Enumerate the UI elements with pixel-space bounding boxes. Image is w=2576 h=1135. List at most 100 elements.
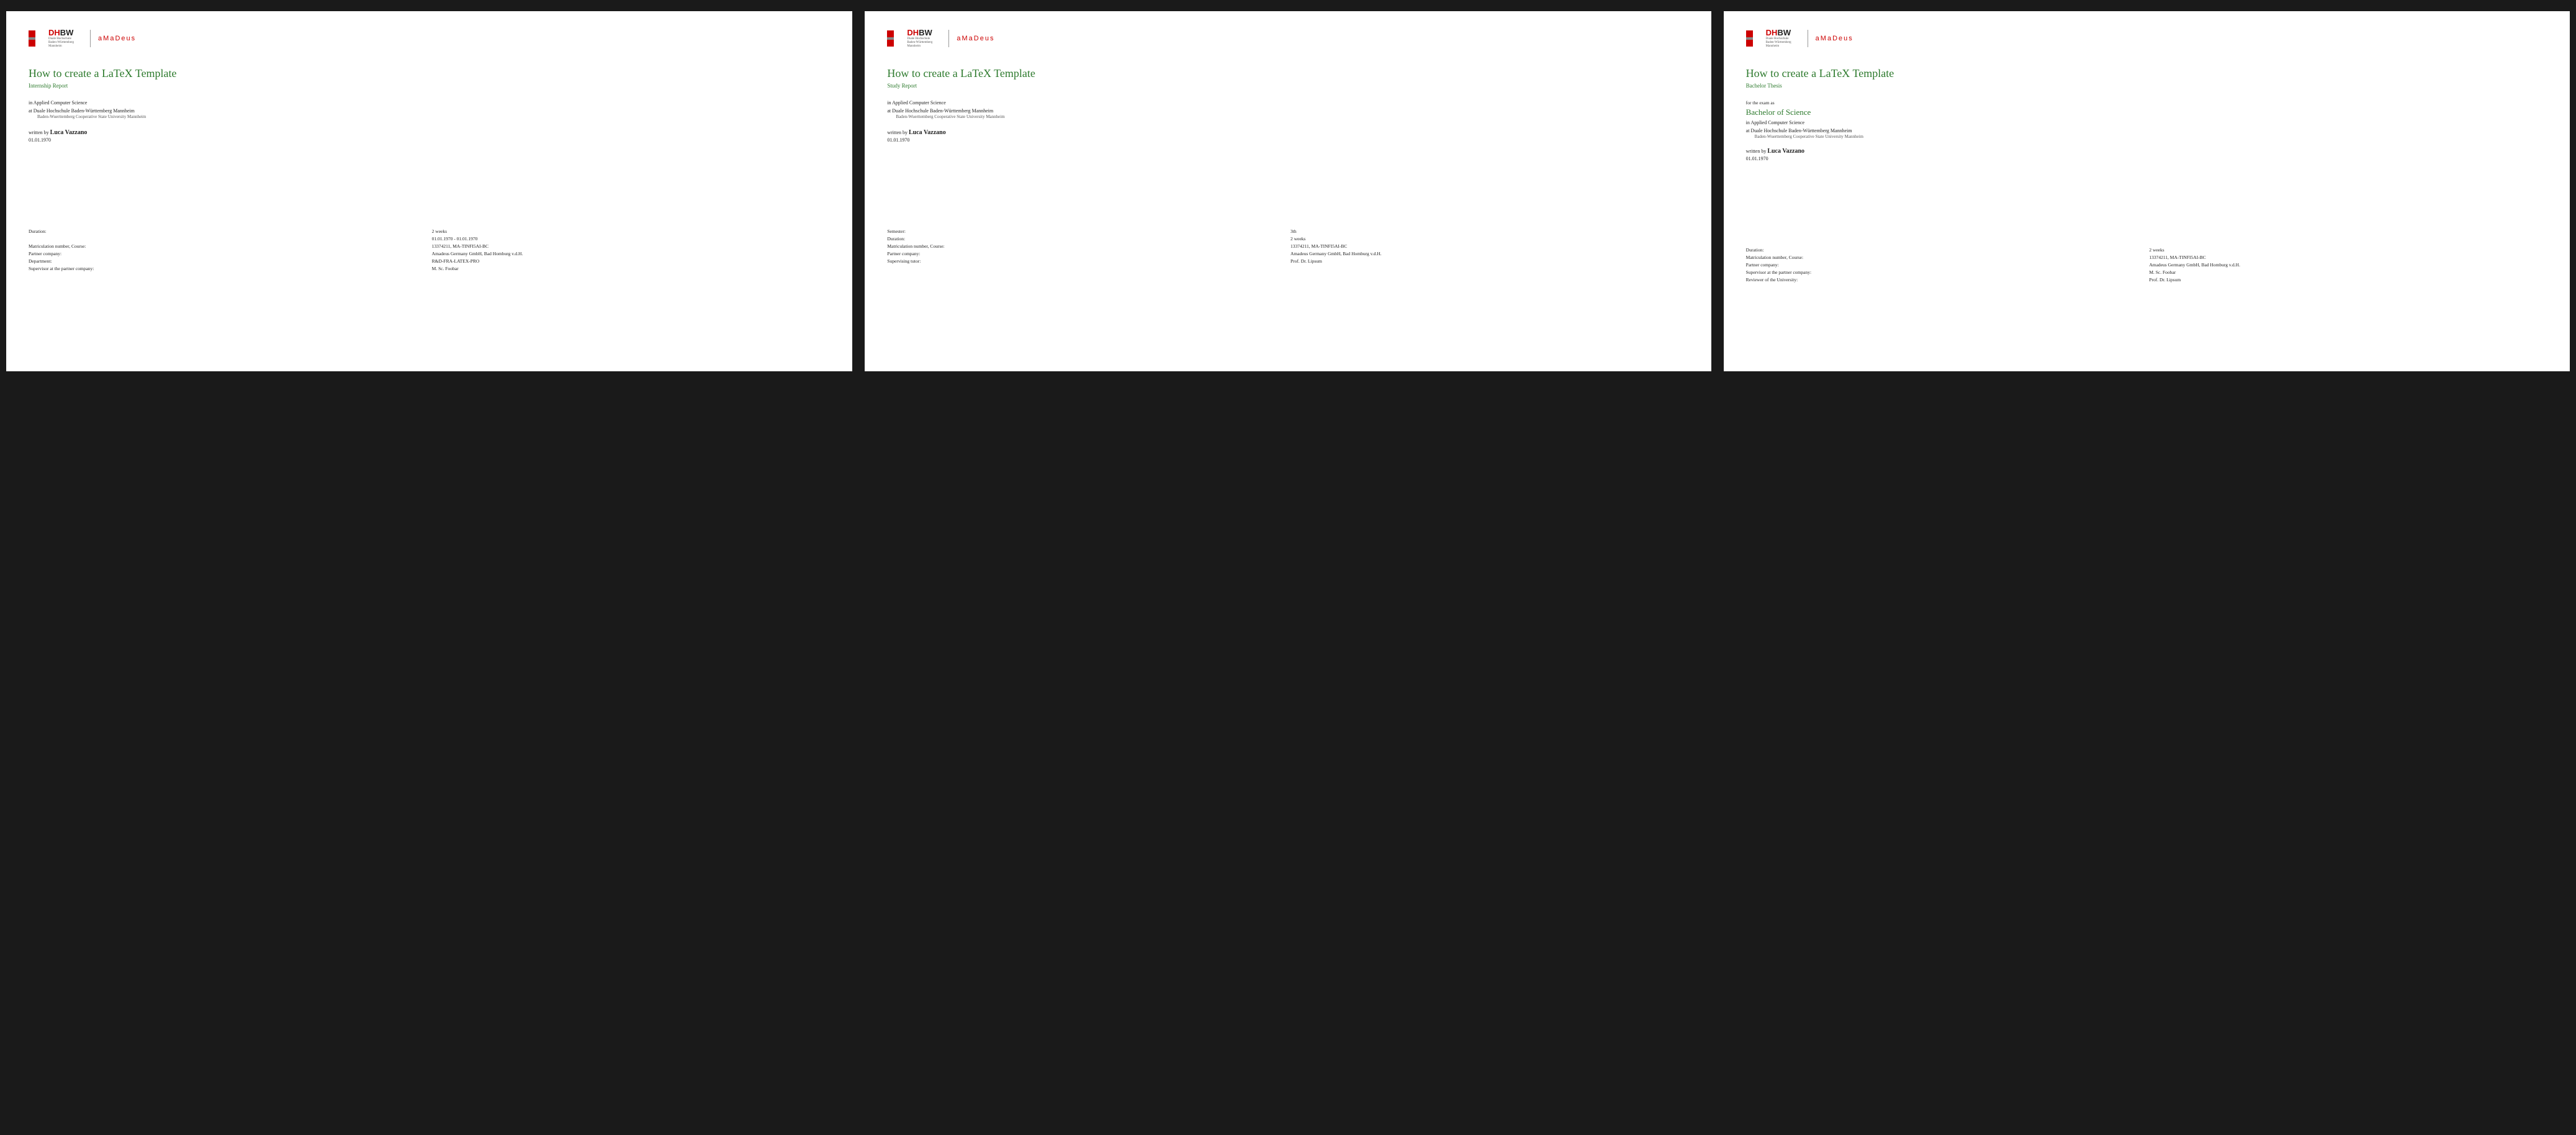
dhbw-subtext: Duale HochschuleBaden-WürttembergMannhei… (907, 37, 932, 48)
footer-label: Partner company: (1746, 262, 1779, 268)
body-content: in Applied Computer Science at Duale Hoc… (29, 100, 830, 143)
footer-value: R&D-FRA-LATEX-PRO (432, 258, 831, 264)
author-name: Luca Vazzano (1767, 148, 1804, 155)
page-header: DHBW Duale HochschuleBaden-WürttembergMa… (1746, 29, 2547, 48)
footer-value: 01.01.1970 - 01.01.1970 (432, 236, 831, 242)
dhbw-text-block: DHBW Duale HochschuleBaden-WürttembergMa… (1766, 29, 1791, 48)
dhbw-text-block: DHBW Duale HochschuleBaden-WürttembergMa… (907, 29, 932, 48)
header-divider (90, 30, 91, 47)
footer-value: Prof. Dr. Lipsum (2149, 277, 2547, 283)
footer-label: Semester: (887, 228, 906, 234)
footer-row: Reviewer of the University: (1746, 277, 2145, 283)
footer-value: M. Sc. Foobar (432, 266, 831, 271)
footer-label: Partner company: (887, 251, 920, 256)
dhbw-dh: DH (1766, 28, 1778, 37)
footer-value: 13374211, MA-TINFI5AI-BC (1290, 243, 1689, 249)
pages-container: DHBW Duale HochschuleBaden-WürttembergMa… (0, 0, 2576, 382)
dhbw-logo-icon (1746, 30, 1762, 47)
footer-row: Supervisor at the partner company: (1746, 269, 2145, 275)
main-title: How to create a LaTeX Template (1746, 67, 2547, 80)
page-study: DHBW Duale HochschuleBaden-WürttembergMa… (865, 11, 1711, 371)
footer-value: 2 weeks (1290, 236, 1689, 242)
author-name: Luca Vazzano (909, 129, 946, 136)
footer-label: Duration: (29, 228, 47, 234)
footer-row: Partner company: (1746, 262, 2145, 268)
author-name: Luca Vazzano (50, 129, 88, 136)
in-field: in Applied Computer Science (887, 100, 1688, 106)
amadeus-text: aMaDeus (98, 35, 136, 42)
amadeus-text: aMaDeus (1816, 35, 1853, 42)
exam-label: for the exam as (1746, 100, 2547, 106)
footer-label: Supervising tutor: (887, 258, 921, 264)
written-by: written by Luca Vazzano (887, 129, 1688, 136)
spacer (1746, 180, 2547, 217)
footer-value: Prof. Dr. Lipsum (1290, 258, 1689, 264)
at-university: at Duale Hochschule Baden-Württemberg Ma… (29, 108, 830, 114)
doc-type: Internship Report (29, 83, 830, 89)
dhbw-subtext: Duale HochschuleBaden-WürttembergMannhei… (1766, 37, 1791, 48)
dhbw-bw: BW (1777, 28, 1791, 37)
footer-label: Matriculation number, Course: (887, 243, 944, 249)
amadeus-text: aMaDeus (957, 35, 994, 42)
footer-value: 13374211, MA-TINFI5AI-BC (432, 243, 831, 249)
dhbw-bw: BW (919, 28, 932, 37)
footer-row: Duration: (1746, 247, 2145, 253)
page-header: DHBW Duale HochschuleBaden-WürttembergMa… (887, 29, 1688, 48)
footer-row (29, 236, 427, 242)
footer-row: Partner company: (887, 251, 1286, 256)
body-content: for the exam as Bachelor of Science in A… (1746, 100, 2547, 161)
footer-label: Partner company: (29, 251, 61, 256)
footer-value: 3th (1290, 228, 1689, 234)
footer-label: Supervisor at the partner company: (1746, 269, 1811, 275)
dhbw-subtext: Duale HochschuleBaden-WürttembergMannhei… (48, 37, 74, 48)
page-internship: DHBW Duale HochschuleBaden-WürttembergMa… (6, 11, 852, 371)
author-date: 01.01.1970 (887, 137, 1688, 143)
dhbw-logo: DHBW Duale HochschuleBaden-WürttembergMa… (1746, 29, 1791, 48)
page-wrapper-study: DHBW Duale HochschuleBaden-WürttembergMa… (858, 0, 1717, 382)
footer-row: Duration: (887, 236, 1286, 242)
footer-label: Duration: (887, 236, 905, 242)
footer-row: Matriculation number, Course: (887, 243, 1286, 249)
footer-table: Duration: 2 weeks 01.01.1970 - 01.01.197… (29, 224, 830, 272)
footer-label: Supervisor at the partner company: (29, 266, 94, 271)
footer-row: Department: (29, 258, 427, 264)
at-university: at Duale Hochschule Baden-Württemberg Ma… (887, 108, 1688, 114)
body-content: in Applied Computer Science at Duale Hoc… (887, 100, 1688, 143)
in-field: in Applied Computer Science (29, 100, 830, 106)
footer-value: M. Sc. Foobar (2149, 269, 2547, 275)
dhbw-dh: DH (48, 28, 60, 37)
dhbw-logo: DHBW Duale HochschuleBaden-WürttembergMa… (887, 29, 932, 48)
main-title: How to create a LaTeX Template (887, 67, 1688, 80)
footer-row: Supervising tutor: (887, 258, 1286, 264)
at-university: at Duale Hochschule Baden-Württemberg Ma… (1746, 128, 2547, 133)
spacer (887, 161, 1688, 199)
footer-value: 13374211, MA-TINFI5AI-BC (2149, 255, 2547, 260)
footer-value: Amadeus Germany GmbH, Bad Homburg v.d.H. (2149, 262, 2547, 268)
footer-row: Matriculation number, Course: (29, 243, 427, 249)
dhbw-logo-icon (887, 30, 903, 47)
doc-type: Study Report (887, 83, 1688, 89)
footer-row: Supervisor at the partner company: (29, 266, 427, 271)
dhbw-text-block: DHBW Duale HochschuleBaden-WürttembergMa… (48, 29, 74, 48)
in-field: in Applied Computer Science (1746, 120, 2547, 125)
dhbw-bw: BW (60, 28, 74, 37)
page-header: DHBW Duale HochschuleBaden-WürttembergMa… (29, 29, 830, 48)
degree-title: Bachelor of Science (1746, 107, 2547, 117)
footer-label: Department: (29, 258, 52, 264)
written-by: written by Luca Vazzano (29, 129, 830, 136)
footer-label: Matriculation number, Course: (29, 243, 86, 249)
footer-row: Duration: (29, 228, 427, 234)
spacer (29, 161, 830, 199)
doc-type: Bachelor Thesis (1746, 83, 2547, 89)
footer-value: Amadeus Germany GmbH, Bad Homburg v.d.H. (1290, 251, 1689, 256)
footer-value: 2 weeks (2149, 247, 2547, 253)
main-title: How to create a LaTeX Template (29, 67, 830, 80)
author-date: 01.01.1970 (1746, 156, 2547, 161)
university-sub: Baden-Wuerttemberg Cooperative State Uni… (896, 114, 1688, 119)
footer-row: Semester: (887, 228, 1286, 234)
university-sub: Baden-Wuerttemberg Cooperative State Uni… (37, 114, 830, 119)
page-bachelor: DHBW Duale HochschuleBaden-WürttembergMa… (1724, 11, 2570, 371)
author-date: 01.01.1970 (29, 137, 830, 143)
footer-label: Duration: (1746, 247, 1764, 253)
footer-row: Partner company: (29, 251, 427, 256)
